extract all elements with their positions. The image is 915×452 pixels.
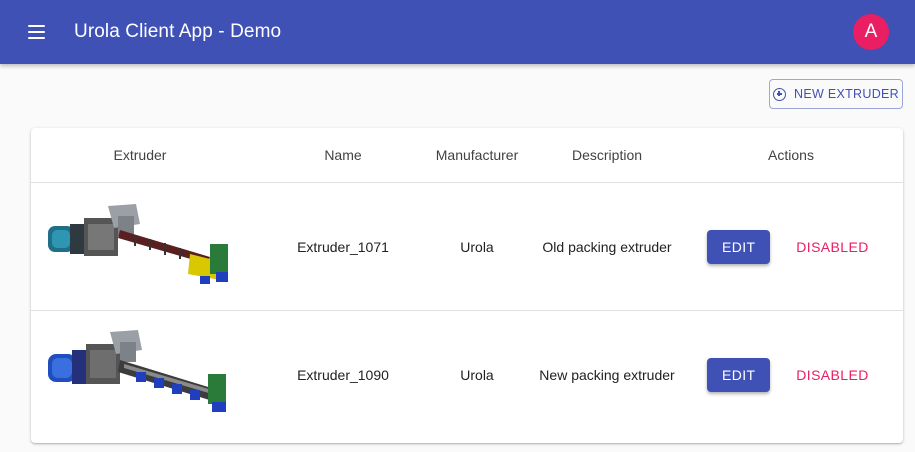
extruder-name: Extruder_1071 <box>297 238 389 255</box>
extruder-manufacturer: Urola <box>460 366 494 383</box>
column-header-description: Description <box>571 147 643 163</box>
extruder-image-cell <box>31 183 249 310</box>
extruder-image-cell <box>31 311 249 438</box>
column-header-name: Name <box>324 147 362 163</box>
extruder-description: New packing extruder <box>539 366 675 383</box>
column-header-manufacturer: Manufacturer <box>435 147 519 163</box>
table-row: Extruder_1071 Urola Old packing extruder… <box>31 183 903 311</box>
table-row: Extruder_1090 Urola New packing extruder… <box>31 311 903 438</box>
new-extruder-button[interactable]: NEW EXTRUDER <box>769 79 903 109</box>
extruders-table: Extruder Name Manufacturer Description A… <box>31 128 903 443</box>
user-avatar[interactable]: A <box>853 14 889 50</box>
extruder-description: Old packing extruder <box>542 238 672 255</box>
app-bar: Urola Client App - Demo A <box>0 0 915 64</box>
edit-button[interactable]: EDIT <box>707 357 771 392</box>
column-header-extruder: Extruder <box>113 147 167 163</box>
edit-button[interactable]: EDIT <box>707 229 771 264</box>
hamburger-menu-icon[interactable] <box>28 20 52 44</box>
disabled-button[interactable]: DISABLED <box>790 358 874 392</box>
row-actions: EDIT DISABLED <box>693 311 889 438</box>
extruder-manufacturer: Urola <box>460 238 494 255</box>
column-header-actions: Actions <box>768 147 814 163</box>
add-circle-outline-icon <box>773 87 786 101</box>
new-extruder-label: NEW EXTRUDER <box>794 87 899 101</box>
extruder-image <box>48 329 226 412</box>
extruder-image <box>48 203 228 284</box>
row-actions: EDIT DISABLED <box>693 183 889 310</box>
disabled-button[interactable]: DISABLED <box>790 230 874 264</box>
app-title: Urola Client App - Demo <box>74 21 282 42</box>
extruder-name: Extruder_1090 <box>297 366 389 383</box>
table-header-row: Extruder Name Manufacturer Description A… <box>31 128 903 183</box>
